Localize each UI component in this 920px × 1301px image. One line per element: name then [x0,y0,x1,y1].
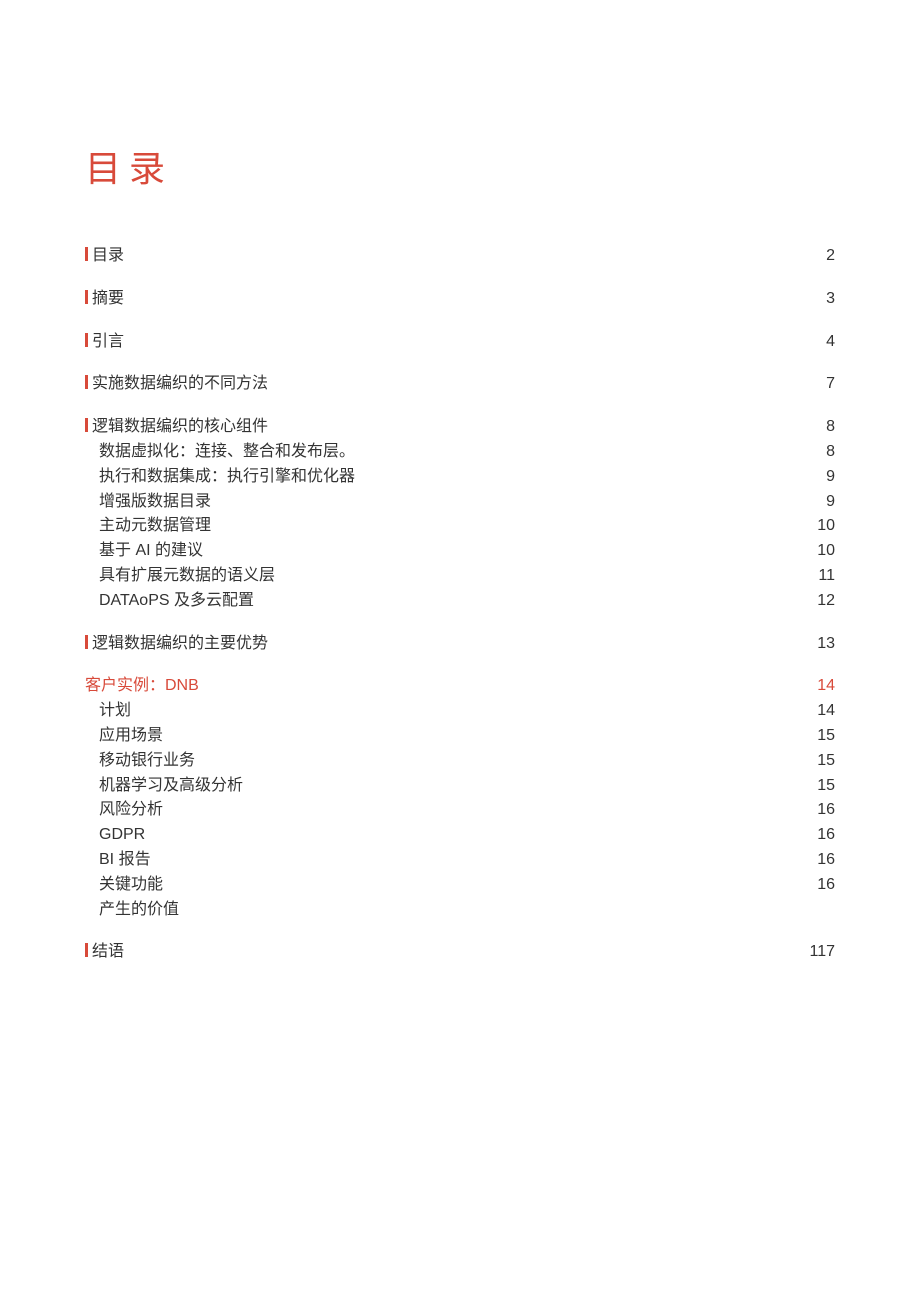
toc-label: 结语 [85,940,801,965]
toc-row: BI 报告16 [85,848,835,873]
toc-row: 应用场景15 [85,724,835,749]
toc-page-number: 16 [801,873,835,898]
toc-row: 计划14 [85,699,835,724]
toc-label: 增强版数据目录 [85,490,801,515]
toc-page-number: 8 [801,415,835,440]
toc-label: 数据虚拟化：连接、整合和发布层。 [85,440,801,465]
toc-label: 计划 [85,699,801,724]
toc-row[interactable]: 客户实例：DNB14 [85,674,835,699]
toc-label: 客户实例：DNB [85,674,801,699]
toc-label: 关键功能 [85,873,801,898]
toc-section: 结语117 [85,940,835,965]
toc-label: 机器学习及高级分析 [85,774,801,799]
toc-row: 风险分析16 [85,798,835,823]
toc-label: 产生的价值 [85,898,801,923]
toc-label: 风险分析 [85,798,801,823]
toc-row: 关键功能16 [85,873,835,898]
toc-row: 具有扩展元数据的语义层11 [85,564,835,589]
accent-bar-icon [85,375,88,389]
toc-page-number: 3 [801,287,835,312]
toc-page-number: 9 [801,465,835,490]
toc-page-number: 14 [801,674,835,699]
toc-row: 结语117 [85,940,835,965]
toc-row: 移动银行业务15 [85,749,835,774]
accent-bar-icon [85,247,88,261]
toc-page-number: 2 [801,244,835,269]
toc-section: 逻辑数据编织的主要优势13 [85,632,835,657]
toc-row: 执行和数据集成：执行引擎和优化器9 [85,465,835,490]
toc-row: 实施数据编织的不同方法7 [85,372,835,397]
toc-label: 逻辑数据编织的核心组件 [85,415,801,440]
toc-page-number: 14 [801,699,835,724]
toc-label: 移动银行业务 [85,749,801,774]
toc-page-number: 15 [801,774,835,799]
toc-page-number: 117 [801,940,835,965]
toc-row: 逻辑数据编织的核心组件8 [85,415,835,440]
toc-page-number: 12 [801,589,835,614]
toc-section: 实施数据编织的不同方法7 [85,372,835,397]
toc-page-number: 16 [801,848,835,873]
toc-page-number: 15 [801,749,835,774]
accent-bar-icon [85,943,88,957]
toc-container: 目录2摘要3引言4实施数据编织的不同方法7逻辑数据编织的核心组件8数据虚拟化：连… [85,244,835,965]
toc-page-number: 11 [801,564,835,589]
toc-page-number: 4 [801,330,835,355]
toc-label: DATAoPS 及多云配置 [85,589,801,614]
toc-row: GDPR16 [85,823,835,848]
toc-label: 执行和数据集成：执行引擎和优化器 [85,465,801,490]
toc-page-number: 9 [801,490,835,515]
toc-page-number: 10 [801,539,835,564]
toc-section: 摘要3 [85,287,835,312]
toc-row: 增强版数据目录9 [85,490,835,515]
toc-row: 数据虚拟化：连接、整合和发布层。8 [85,440,835,465]
toc-row: 目录2 [85,244,835,269]
accent-bar-icon [85,333,88,347]
toc-label: 摘要 [85,287,801,312]
toc-page-number: 16 [801,798,835,823]
accent-bar-icon [85,635,88,649]
toc-label: 基于 AI 的建议 [85,539,801,564]
toc-page-number: 13 [801,632,835,657]
toc-row: 引言4 [85,330,835,355]
toc-label: 实施数据编织的不同方法 [85,372,801,397]
toc-label: 目录 [85,244,801,269]
toc-row: DATAoPS 及多云配置12 [85,589,835,614]
accent-bar-icon [85,290,88,304]
toc-label: BI 报告 [85,848,801,873]
toc-row: 逻辑数据编织的主要优势13 [85,632,835,657]
toc-page-number: 10 [801,514,835,539]
toc-section: 目录2 [85,244,835,269]
toc-row: 产生的价值 [85,898,835,923]
toc-label: 引言 [85,330,801,355]
toc-row: 基于 AI 的建议10 [85,539,835,564]
toc-row: 机器学习及高级分析15 [85,774,835,799]
toc-page-number: 16 [801,823,835,848]
toc-label: 主动元数据管理 [85,514,801,539]
accent-bar-icon [85,418,88,432]
toc-section: 引言4 [85,330,835,355]
toc-page-number: 15 [801,724,835,749]
toc-section: 逻辑数据编织的核心组件8数据虚拟化：连接、整合和发布层。8执行和数据集成：执行引… [85,415,835,613]
toc-title: 目录 [85,140,835,192]
toc-row: 主动元数据管理10 [85,514,835,539]
toc-label: 逻辑数据编织的主要优势 [85,632,801,657]
toc-row: 摘要3 [85,287,835,312]
toc-label: 应用场景 [85,724,801,749]
toc-page-number: 8 [801,440,835,465]
toc-page-number: 7 [801,372,835,397]
toc-section: 客户实例：DNB14计划14应用场景15移动银行业务15机器学习及高级分析15风… [85,674,835,922]
toc-label: 具有扩展元数据的语义层 [85,564,801,589]
toc-label: GDPR [85,823,801,848]
